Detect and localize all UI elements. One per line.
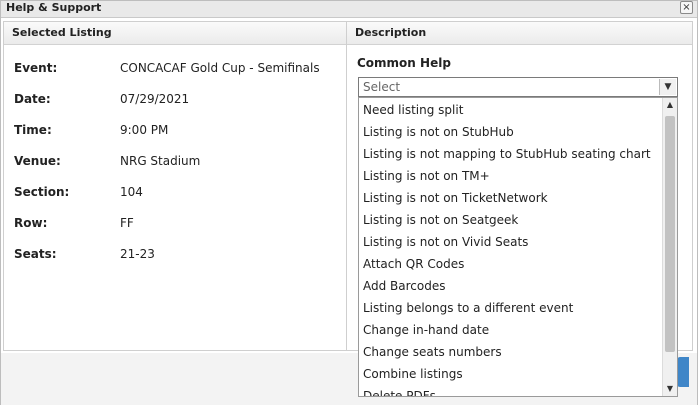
venue-label: Venue: bbox=[14, 154, 61, 168]
time-label: Time: bbox=[14, 123, 52, 137]
option-not-on-ticketnetwork[interactable]: Listing is not on TicketNetwork bbox=[363, 187, 548, 209]
seats-label: Seats: bbox=[14, 247, 57, 261]
row-label: Row: bbox=[14, 216, 48, 230]
option-not-on-seatgeek[interactable]: Listing is not on Seatgeek bbox=[363, 209, 518, 231]
option-not-on-vivid-seats[interactable]: Listing is not on Vivid Seats bbox=[363, 231, 528, 253]
dialog-title: Help & Support bbox=[6, 1, 102, 14]
selected-listing-panel: Selected Listing Event: CONCACAF Gold Cu… bbox=[3, 21, 347, 351]
venue-value: NRG Stadium bbox=[120, 154, 201, 168]
dialog-title-bar: Help & Support × bbox=[1, 1, 697, 18]
section-value: 104 bbox=[120, 185, 143, 199]
dropdown-scrollbar[interactable]: ▲ ▼ bbox=[662, 98, 677, 396]
common-help-label: Common Help bbox=[357, 56, 451, 70]
common-help-select[interactable]: Select ▼ bbox=[358, 77, 678, 97]
detail-row-date: Date: 07/29/2021 bbox=[14, 92, 334, 108]
time-value: 9:00 PM bbox=[120, 123, 169, 137]
option-not-on-tm[interactable]: Listing is not on TM+ bbox=[363, 165, 490, 187]
option-different-event[interactable]: Listing belongs to a different event bbox=[363, 297, 573, 319]
scroll-down-icon[interactable]: ▼ bbox=[663, 382, 677, 396]
scroll-up-icon[interactable]: ▲ bbox=[663, 98, 677, 112]
event-value: CONCACAF Gold Cup - Semifinals bbox=[120, 61, 320, 75]
detail-row-venue: Venue: NRG Stadium bbox=[14, 154, 334, 170]
event-label: Event: bbox=[14, 61, 58, 75]
option-delete-pdfs[interactable]: Delete PDFs bbox=[363, 385, 436, 396]
seats-value: 21-23 bbox=[120, 247, 155, 261]
detail-row-event: Event: CONCACAF Gold Cup - Semifinals bbox=[14, 61, 334, 77]
row-value: FF bbox=[120, 216, 134, 230]
close-button[interactable]: × bbox=[680, 1, 693, 14]
option-not-on-stubhub[interactable]: Listing is not on StubHub bbox=[363, 121, 514, 143]
select-value: Select bbox=[363, 80, 401, 94]
date-label: Date: bbox=[14, 92, 51, 106]
chevron-down-icon[interactable]: ▼ bbox=[659, 79, 676, 95]
date-value: 07/29/2021 bbox=[120, 92, 190, 106]
option-change-in-hand-date[interactable]: Change in-hand date bbox=[363, 319, 489, 341]
common-help-options-list[interactable]: Need listing split Listing is not on Stu… bbox=[358, 97, 678, 397]
description-header: Description bbox=[347, 22, 692, 45]
section-label: Section: bbox=[14, 185, 70, 199]
option-add-barcodes[interactable]: Add Barcodes bbox=[363, 275, 446, 297]
detail-row-seats: Seats: 21-23 bbox=[14, 247, 334, 263]
detail-row-section: Section: 104 bbox=[14, 185, 334, 201]
detail-row-time: Time: 9:00 PM bbox=[14, 123, 334, 139]
option-need-listing-split[interactable]: Need listing split bbox=[363, 99, 463, 121]
scrollbar-thumb[interactable] bbox=[665, 116, 675, 352]
option-change-seats-numbers[interactable]: Change seats numbers bbox=[363, 341, 502, 363]
option-combine-listings[interactable]: Combine listings bbox=[363, 363, 463, 385]
help-support-dialog: Help & Support × Selected Listing Event:… bbox=[0, 0, 698, 405]
option-attach-qr-codes[interactable]: Attach QR Codes bbox=[363, 253, 464, 275]
footer-action-button[interactable] bbox=[677, 357, 689, 387]
selected-listing-header: Selected Listing bbox=[4, 22, 346, 45]
detail-row-row: Row: FF bbox=[14, 216, 334, 232]
option-not-mapping-stubhub[interactable]: Listing is not mapping to StubHub seatin… bbox=[363, 143, 651, 165]
